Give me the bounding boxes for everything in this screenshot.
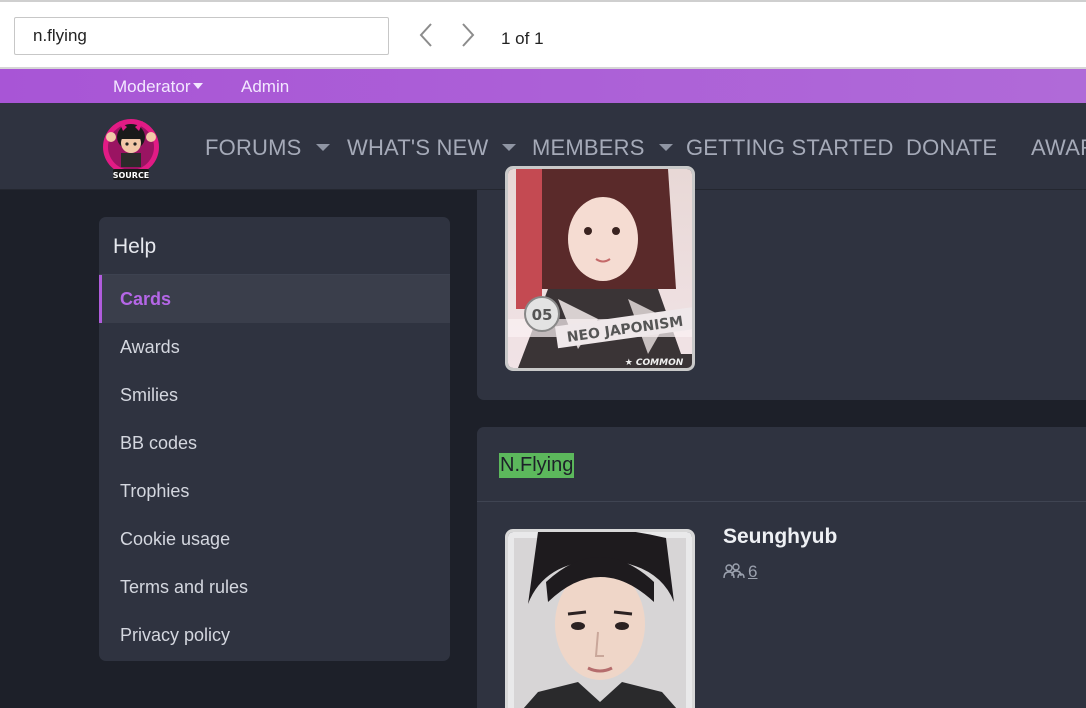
users-icon [723, 563, 745, 579]
nav-forums[interactable]: FORUMS [205, 135, 330, 161]
chevron-right-icon[interactable] [453, 20, 481, 50]
nav-members-label: MEMBERS [532, 135, 645, 160]
chevron-left-icon[interactable] [413, 20, 441, 50]
moderator-label: Moderator [113, 77, 191, 96]
nav-forums-label: FORUMS [205, 135, 302, 160]
sidebar-item-trophies[interactable]: Trophies [99, 467, 450, 515]
moderator-menu[interactable]: Moderator [113, 77, 204, 97]
owners-link[interactable]: 6 [723, 562, 757, 582]
sidebar-item-terms[interactable]: Terms and rules [99, 563, 450, 611]
owners-count: 6 [748, 562, 758, 581]
site-logo[interactable]: SOURCE [97, 107, 165, 185]
sidebar-item-cards[interactable]: Cards [99, 275, 450, 323]
card-name: Seunghyub [723, 525, 838, 548]
find-bar: 1 of 1 [0, 0, 1086, 69]
find-input[interactable] [14, 17, 389, 55]
sidebar-item-awards[interactable]: Awards [99, 323, 450, 371]
nav-whats-new-label: WHAT'S NEW [347, 135, 489, 160]
card-image[interactable] [505, 529, 695, 708]
nav-whats-new[interactable]: WHAT'S NEW [347, 135, 517, 161]
nav-awards[interactable]: AWAR [1031, 135, 1086, 161]
nav-getting-started[interactable]: GETTING STARTED [686, 135, 894, 161]
card-badge: 05 [532, 306, 553, 324]
group-title: N.Flying [499, 453, 575, 478]
card-artwork: 05 NEO JAPONISM ★ COMMON [508, 169, 692, 368]
find-match-count: 1 of 1 [501, 29, 544, 48]
chevron-down-icon[interactable] [502, 144, 517, 151]
group-header: N.Flying [477, 427, 1086, 502]
card-artwork [508, 532, 692, 708]
staff-bar: Moderator Admin [0, 69, 1086, 103]
chevron-down-icon[interactable] [315, 144, 330, 151]
sidebar-item-bb-codes[interactable]: BB codes [99, 419, 450, 467]
sidebar-item-cookie-usage[interactable]: Cookie usage [99, 515, 450, 563]
caret-down-icon [193, 83, 204, 89]
help-sidebar: Help Cards Awards Smilies BB codes Troph… [99, 217, 450, 661]
chevron-down-icon[interactable] [658, 144, 673, 151]
nav-donate[interactable]: DONATE [906, 135, 997, 161]
sidebar-title: Help [99, 217, 450, 275]
admin-link[interactable]: Admin [241, 77, 289, 97]
card-rarity: ★ COMMON [625, 358, 684, 368]
sidebar-item-smilies[interactable]: Smilies [99, 371, 450, 419]
svg-text:SOURCE: SOURCE [113, 171, 150, 180]
sidebar-item-privacy[interactable]: Privacy policy [99, 611, 450, 659]
card-image[interactable]: 05 NEO JAPONISM ★ COMMON [505, 166, 695, 371]
nav-members[interactable]: MEMBERS [532, 135, 673, 161]
